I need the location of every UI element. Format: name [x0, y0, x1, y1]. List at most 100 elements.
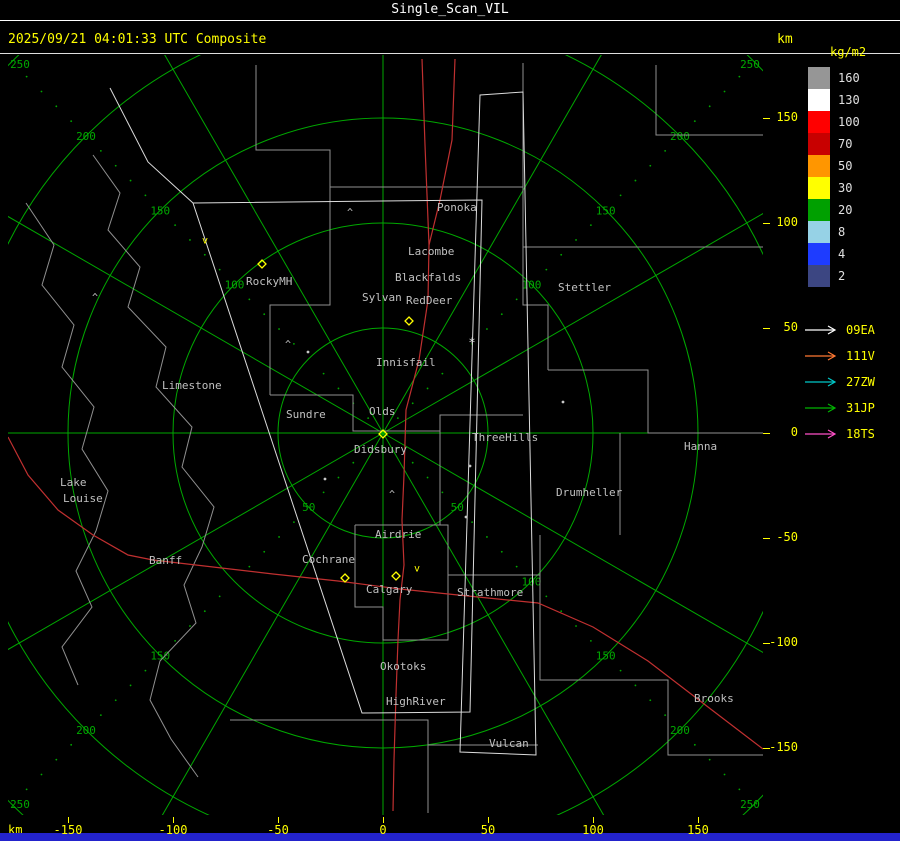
- city-label: Lake: [60, 476, 87, 489]
- legend-level-value: 70: [838, 137, 853, 151]
- radar-map-viewport[interactable]: 100 150 200 250 100 150 200 250 50 100 150 200 250 50…: [8, 55, 763, 815]
- legend-level-value: 50: [838, 159, 853, 173]
- radar-legend-item: 09EA: [804, 317, 900, 343]
- county-boundary: [230, 719, 429, 813]
- y-axis-tick-label: -100: [769, 635, 798, 649]
- city-label: Sundre: [286, 408, 326, 421]
- range-ring-label: 200: [76, 130, 96, 143]
- city-label: Cochrane: [302, 553, 355, 566]
- legend-color-swatch: [808, 133, 830, 155]
- range-minor-tick: [129, 684, 132, 687]
- range-minor-tick: [203, 610, 206, 613]
- city-label: Innisfail: [376, 356, 436, 369]
- legend-level-row: 160: [804, 67, 900, 89]
- range-minor-tick: [293, 343, 295, 345]
- town-dot-marker: [561, 400, 565, 404]
- county-boundary: [548, 369, 763, 434]
- window-title: Single_Scan_VIL: [391, 2, 509, 17]
- range-minor-tick: [189, 625, 191, 627]
- range-spoke: [164, 55, 384, 434]
- legend-level-value: 100: [838, 115, 860, 129]
- y-axis-tick-label: 50: [783, 320, 798, 334]
- range-minor-tick: [70, 743, 73, 746]
- legend-radar-list: 09EA 111V 27ZW 31JP 18TS: [804, 317, 900, 447]
- town-symbol-marker: ^: [92, 293, 98, 304]
- city-label: Strathmore: [457, 586, 523, 599]
- range-minor-tick: [441, 491, 444, 494]
- window-titlebar[interactable]: Single_Scan_VIL: [0, 0, 900, 21]
- city-label: Limestone: [162, 379, 222, 392]
- storm-cell-marker: [404, 316, 414, 326]
- radar-legend-item: 27ZW: [804, 369, 900, 395]
- range-minor-tick: [723, 90, 726, 93]
- city-label: Banff: [149, 554, 182, 567]
- range-minor-tick: [218, 268, 221, 271]
- range-minor-tick: [634, 179, 637, 182]
- range-minor-tick: [619, 669, 622, 672]
- storm-cell-marker: [340, 573, 350, 583]
- header-row: 2025/09/21 04:01:33 UTC Composite km: [0, 22, 900, 54]
- range-minor-tick: [664, 149, 667, 152]
- legend-level-row: 2: [804, 265, 900, 287]
- radar-arrow-icon: [805, 403, 837, 413]
- legend-level-row: 70: [804, 133, 900, 155]
- range-minor-tick: [55, 758, 58, 761]
- legend-color-swatch: [808, 67, 830, 89]
- range-minor-tick: [738, 788, 741, 791]
- town-symbol-marker: *: [468, 336, 475, 350]
- range-spoke: [8, 432, 384, 651]
- range-minor-tick: [589, 224, 592, 227]
- range-minor-tick: [426, 387, 429, 390]
- legend-level-row: 30: [804, 177, 900, 199]
- range-ring-label: 200: [670, 130, 690, 143]
- range-minor-tick: [337, 476, 340, 479]
- highway-road: [428, 58, 456, 246]
- town-dot-marker: [323, 477, 327, 481]
- city-label: Ponoka: [437, 201, 477, 214]
- city-label: RockyMH: [246, 275, 292, 288]
- city-label: ThreeHills: [472, 431, 538, 444]
- legend-level-value: 20: [838, 203, 853, 217]
- range-ring-label: 250: [740, 798, 760, 811]
- range-minor-tick: [278, 328, 280, 330]
- range-ring-label: 250: [10, 798, 30, 811]
- city-label: RedDeer: [406, 294, 453, 307]
- county-boundary: [655, 65, 763, 136]
- storm-direction-marker: v: [414, 564, 420, 575]
- range-minor-tick: [396, 417, 399, 420]
- range-minor-tick: [278, 536, 280, 538]
- city-label: Lacombe: [408, 245, 454, 258]
- radar-legend-item: 31JP: [804, 395, 900, 421]
- range-minor-tick: [174, 639, 177, 642]
- range-minor-tick: [293, 521, 295, 523]
- range-ring-label: 150: [596, 650, 616, 663]
- range-minor-tick: [649, 164, 652, 167]
- range-minor-tick: [337, 387, 340, 390]
- range-minor-tick: [664, 714, 667, 717]
- y-axis-unit-label: km: [777, 32, 793, 47]
- range-minor-tick: [114, 699, 117, 702]
- radar-legend-item: 18TS: [804, 421, 900, 447]
- range-minor-tick: [738, 75, 741, 78]
- legend-level-value: 8: [838, 225, 846, 239]
- range-minor-tick: [322, 372, 325, 375]
- legend-color-swatch: [808, 199, 830, 221]
- town-dot-marker: [306, 350, 310, 354]
- legend-color-swatch: [808, 89, 830, 111]
- range-minor-tick: [99, 149, 102, 152]
- bottom-scrollbar[interactable]: [0, 833, 900, 841]
- radar-legend-item: 111V: [804, 343, 900, 369]
- radar-id-label: 31JP: [846, 401, 875, 415]
- radar-id-label: 27ZW: [846, 375, 875, 389]
- range-spoke: [161, 432, 384, 815]
- range-minor-tick: [515, 298, 518, 301]
- range-minor-tick: [144, 194, 147, 197]
- county-boundary: [269, 187, 331, 395]
- range-ring-label: 200: [670, 724, 690, 737]
- city-label: Vulcan: [489, 737, 529, 750]
- range-minor-tick: [708, 758, 711, 761]
- city-label: Airdrie: [375, 528, 421, 541]
- radar-arrow-icon: [805, 325, 837, 335]
- legend-color-swatch: [808, 177, 830, 199]
- x-axis-tick-label: -50: [267, 823, 289, 837]
